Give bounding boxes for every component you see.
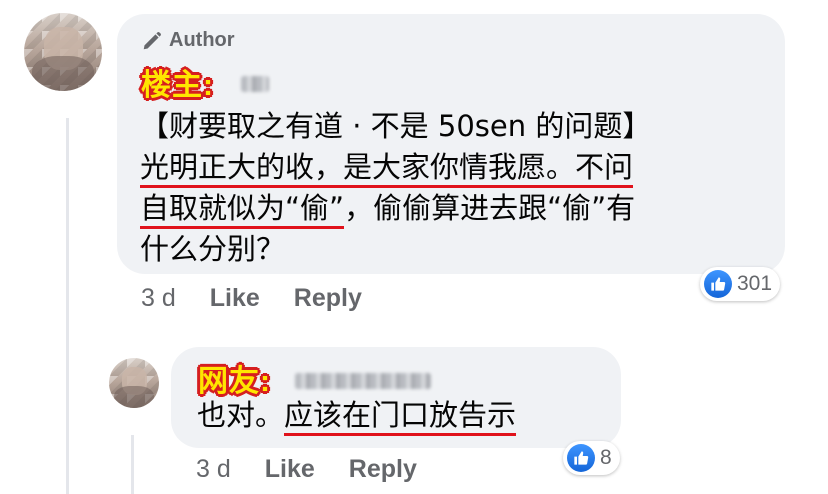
author-comment-text: 【财要取之有道 · 不是 50sen 的问题】 光明正大的收，是大家你情我愿。不… [140, 106, 780, 270]
author-comment-actions: 3 d Like Reply [141, 284, 362, 313]
reply-comment-actions: 3 d Like Reply [196, 455, 417, 484]
reply-button[interactable]: Reply [294, 284, 362, 313]
reply-reaction-count[interactable]: 8 [563, 441, 620, 475]
comment-line-3-rest: ，偷偷算进去跟“偷”有 [344, 191, 636, 225]
underlined-phrase-1: 光明正大的收，是大家你情我愿。 [140, 150, 576, 188]
reaction-count-value: 301 [737, 272, 773, 295]
comment-line-3: 自取就似为“偷”，偷偷算进去跟“偷”有 [140, 188, 780, 229]
thumbs-up-icon [704, 270, 732, 298]
reply-avatar[interactable] [109, 358, 159, 408]
reply-name-redacted [295, 373, 431, 389]
thread-line-main [66, 118, 69, 494]
reply-reply-button[interactable]: Reply [349, 455, 417, 484]
comment-line-2: 光明正大的收，是大家你情我愿。不问 [140, 147, 780, 188]
comment-line-4: 什么分别？ [140, 232, 286, 266]
author-name-redacted [241, 76, 269, 92]
reply-timestamp[interactable]: 3 d [196, 455, 231, 484]
reply-text-plain: 也对。 [197, 398, 285, 432]
thumbs-up-icon [567, 444, 595, 472]
underlined-phrase-3: 自取就似为“偷” [140, 191, 345, 229]
author-name-tag: 楼主: [141, 69, 214, 102]
reaction-count-value: 8 [600, 446, 612, 469]
author-badge: Author [141, 29, 235, 52]
like-button[interactable]: Like [210, 284, 260, 313]
reply-comment-text: 也对。应该在门口放告示 [197, 395, 517, 436]
author-badge-label: Author [169, 29, 235, 51]
author-reaction-count[interactable]: 301 [700, 267, 781, 301]
comment-line-1: 【财要取之有道 · 不是 50sen 的问题】 [140, 109, 652, 143]
reply-comment-bubble: 网友: 也对。应该在门口放告示 [171, 347, 621, 448]
reply-like-button[interactable]: Like [265, 455, 315, 484]
reply-name-tag: 网友: [198, 365, 271, 398]
author-avatar[interactable] [24, 13, 102, 91]
thread-line-reply [131, 435, 134, 494]
author-comment-bubble: Author 楼主: 【财要取之有道 · 不是 50sen 的问题】 光明正大的… [117, 14, 785, 274]
reply-underlined-phrase: 应该在门口放告示 [284, 398, 517, 436]
pen-icon [143, 31, 161, 49]
underlined-phrase-2: 不问 [575, 150, 634, 188]
comment-timestamp[interactable]: 3 d [141, 284, 176, 313]
